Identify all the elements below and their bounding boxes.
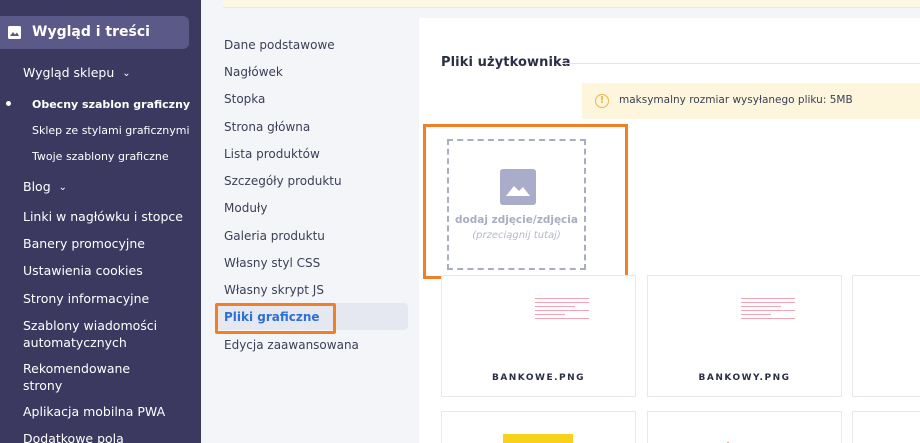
file-thumbnail (535, 298, 589, 330)
file-thumbnail (727, 442, 729, 443)
subnav-item-advanced-edit[interactable]: Edycja zaawansowana (224, 338, 359, 352)
sidebar-item-label: Blog (23, 179, 51, 194)
subnav-item-header[interactable]: Nagłówek (224, 65, 283, 79)
title-divider (562, 63, 920, 64)
sidebar-item-cookies[interactable]: Ustawienia cookies (23, 262, 143, 279)
file-name: BANKOWE.PNG (491, 373, 586, 383)
main-panel: Pliki użytkownika ! maksymalny rozmiar w… (419, 18, 920, 443)
current-indicator-dot (6, 101, 11, 106)
sidebar-item-extra-fields[interactable]: Dodatkowe pola (23, 430, 124, 443)
sidebar-item-auto-messages[interactable]: Szablony wiadomości automatycznych (23, 317, 173, 351)
file-name: BANKOWY.PNG (698, 373, 791, 383)
upload-label: dodaj zdjęcie/zdjęcia (455, 214, 578, 226)
file-thumbnail (741, 298, 795, 330)
notice-text: maksymalny rozmiar wysyłanego pliku: 5MB (619, 94, 853, 106)
subnav-item-product-details[interactable]: Szczegóły produktu (224, 174, 342, 188)
chevron-down-icon: ⌄ (122, 68, 131, 79)
sidebar-subitem-style-store[interactable]: Sklep ze stylami graficznymi (32, 124, 190, 137)
upload-hint: (przeciągnij tutaj) (472, 230, 561, 241)
subnav-item-modules[interactable]: Moduły (224, 201, 267, 215)
chevron-down-icon: ⌄ (58, 182, 68, 193)
appearance-subnav: Dane podstawowe Nagłówek Stopka Strona g… (201, 0, 419, 443)
subnav-item-footer[interactable]: Stopka (224, 92, 265, 106)
sidebar-section-label: Wygląd i treści (32, 24, 150, 40)
sidebar-subitem-your-templates[interactable]: Twoje szablony graficzne (32, 150, 169, 163)
sidebar-subitem-current-template[interactable]: Obecny szablon graficzny (32, 98, 190, 111)
sidebar-section-appearance[interactable]: Wygląd i treści (0, 16, 189, 49)
file-card[interactable] (441, 411, 636, 443)
top-notice-strip (223, 0, 920, 8)
upload-dropzone[interactable]: dodaj zdjęcie/zdjęcia (przeciągnij tutaj… (447, 139, 586, 270)
sidebar-item-info-pages[interactable]: Strony informacyjne (23, 290, 149, 307)
sidebar-item-recommended-pages[interactable]: Rekomendowane strony (23, 360, 133, 394)
file-card[interactable] (852, 411, 920, 443)
subnav-item-basic-data[interactable]: Dane podstawowe (224, 38, 335, 52)
sidebar-item-promo-banners[interactable]: Banery promocyjne (23, 235, 145, 252)
sidebar-item-pwa-app[interactable]: Aplikacja mobilna PWA (23, 403, 165, 420)
image-placeholder-icon (500, 169, 536, 205)
file-thumbnail (503, 434, 573, 443)
subnav-item-custom-js[interactable]: Własny skrypt JS (224, 283, 324, 297)
file-card[interactable] (852, 275, 920, 397)
sidebar-item-header-footer-links[interactable]: Linki w nagłówku i stopce (23, 208, 183, 225)
sidebar-item-blog[interactable]: Blog ⌄ (23, 178, 67, 196)
sidebar: Wygląd i treści Wygląd sklepu ⌄ Obecny sz… (0, 0, 201, 443)
upload-size-notice: ! maksymalny rozmiar wysyłanego pliku: 5… (582, 83, 920, 119)
info-icon: ! (595, 94, 609, 108)
file-card[interactable]: BANKOWE.PNG (441, 275, 636, 397)
subnav-item-home-page[interactable]: Strona główna (224, 120, 310, 134)
subnav-item-custom-css[interactable]: Własny styl CSS (224, 256, 320, 270)
sidebar-item-label: Wygląd sklepu (23, 65, 115, 80)
subnav-item-product-list[interactable]: Lista produktów (224, 147, 320, 161)
image-icon (8, 26, 21, 39)
file-card[interactable] (647, 411, 842, 443)
sidebar-item-store-look[interactable]: Wygląd sklepu ⌄ (23, 64, 131, 82)
page-title: Pliki użytkownika (441, 55, 571, 70)
subnav-item-product-gallery[interactable]: Galeria produktu (224, 229, 325, 243)
file-card[interactable]: BANKOWY.PNG (647, 275, 842, 397)
highlight-frame (215, 303, 336, 334)
